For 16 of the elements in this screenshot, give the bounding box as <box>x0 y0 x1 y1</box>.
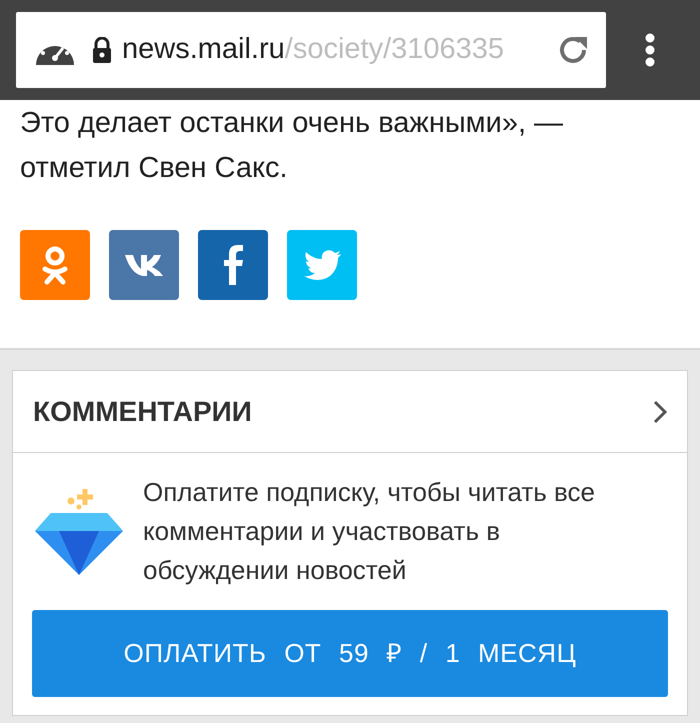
menu-icon[interactable] <box>644 33 656 67</box>
share-button[interactable] <box>109 230 179 300</box>
article-text: Это делает останки очень важными», — отметил Свен Сакс. <box>19 106 564 186</box>
odnoklassniki-icon <box>40 244 70 286</box>
address-bar[interactable]: news.mail.ru/society/3106335 <box>16 12 606 88</box>
vk-icon <box>124 254 164 276</box>
bird-icon <box>302 247 342 283</box>
share-button[interactable] <box>20 230 90 300</box>
lock-icon <box>92 37 112 63</box>
url-domain[interactable]: news.mail.ru <box>122 28 285 72</box>
pay-button[interactable]: ОПЛАТИТЬ ОТ 59 ₽ / 1 МЕСЯЦ <box>32 610 668 697</box>
chevron-right-icon[interactable] <box>653 400 667 424</box>
comments-title[interactable]: КОММЕНТАРИИ <box>33 390 252 432</box>
promo-text: Оплатите подписку, чтобы читать все комментарии и участвовать в обсуждении новостей <box>143 476 596 587</box>
share-button[interactable] <box>198 230 268 300</box>
facebook-icon <box>222 244 244 286</box>
